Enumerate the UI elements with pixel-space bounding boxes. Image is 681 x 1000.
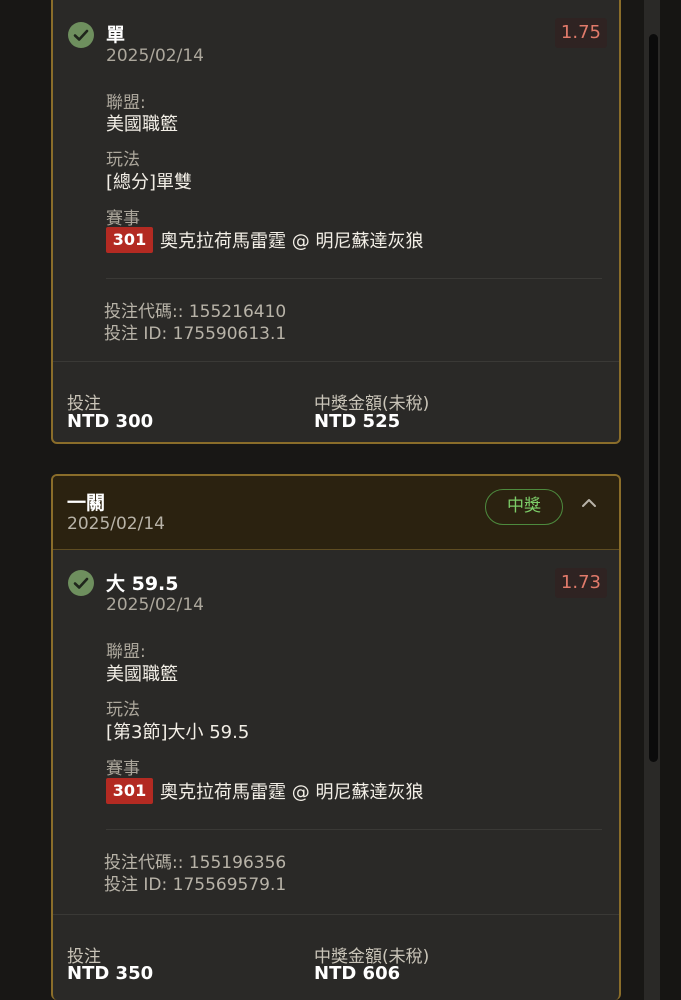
game-number-badge: 301 <box>106 778 153 804</box>
bet-date: 2025/02/14 <box>67 514 165 534</box>
market-label: 玩法 <box>106 700 140 720</box>
market-value: [第3節]大小 59.5 <box>106 722 250 743</box>
payout-value: NTD 525 <box>314 411 401 432</box>
leg-date: 2025/02/14 <box>106 595 204 615</box>
event-row: 301 奧克拉荷馬雷霆 @ 明尼蘇達灰狼 <box>106 778 423 804</box>
divider <box>53 361 619 362</box>
bet-card-2: 一關 2025/02/14 中獎 大 59.5 2025/02/14 1.73 … <box>51 474 621 1000</box>
stake-value: NTD 300 <box>67 411 154 432</box>
game-number-badge: 301 <box>106 227 153 253</box>
divider <box>106 829 602 830</box>
bet-id: 投注 ID: 175590613.1 <box>104 324 287 344</box>
payout-value: NTD 606 <box>314 963 401 984</box>
divider <box>53 914 619 915</box>
check-circle-icon <box>68 570 94 596</box>
bet-id: 投注 ID: 175569579.1 <box>104 875 287 895</box>
chevron-up-icon[interactable] <box>579 496 599 510</box>
selection-title: 單 <box>106 24 126 46</box>
event-label: 賽事 <box>106 209 140 229</box>
leg-date: 2025/02/14 <box>106 46 204 66</box>
league-label: 聯盟: <box>106 642 146 662</box>
market-label: 玩法 <box>106 150 140 170</box>
scrollbar-thumb[interactable] <box>649 34 658 762</box>
status-badge: 中獎 <box>485 489 563 525</box>
page-gutter <box>660 0 681 1000</box>
odds-value: 1.73 <box>554 568 607 598</box>
match-name: 奧克拉荷馬雷霆 @ 明尼蘇達灰狼 <box>160 782 424 803</box>
divider <box>106 278 602 279</box>
bet-type-title: 一關 <box>67 492 106 514</box>
market-value: [總分]單雙 <box>106 172 193 193</box>
stake-value: NTD 350 <box>67 963 154 984</box>
odds-value: 1.75 <box>554 18 607 48</box>
league-value: 美國職籃 <box>106 114 178 135</box>
bet-card-1: 單 2025/02/14 1.75 聯盟: 美國職籃 玩法 [總分]單雙 賽事 … <box>51 0 621 444</box>
card-header[interactable]: 一關 2025/02/14 中獎 <box>53 476 619 550</box>
event-label: 賽事 <box>106 759 140 779</box>
selection-title: 大 59.5 <box>106 573 179 595</box>
check-circle-icon <box>68 22 94 48</box>
event-row: 301 奧克拉荷馬雷霆 @ 明尼蘇達灰狼 <box>106 227 423 253</box>
league-value: 美國職籃 <box>106 664 178 685</box>
bet-history-view: 單 2025/02/14 1.75 聯盟: 美國職籃 玩法 [總分]單雙 賽事 … <box>0 0 681 1000</box>
match-name: 奧克拉荷馬雷霆 @ 明尼蘇達灰狼 <box>160 231 424 252</box>
